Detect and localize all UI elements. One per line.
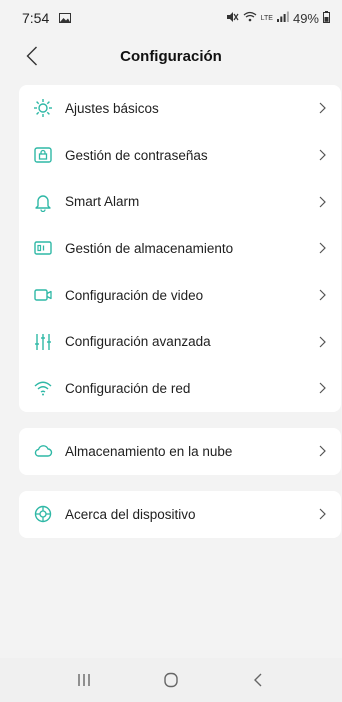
page-title: Configuración: [120, 47, 222, 65]
chevron-right-icon: [315, 381, 329, 395]
battery-icon: [323, 10, 330, 26]
bell-icon: [33, 192, 53, 212]
menu-item-network-settings[interactable]: Configuración de red: [19, 365, 341, 412]
menu-item-label: Almacenamiento en la nube: [65, 443, 233, 459]
gallery-notification-icon: [59, 11, 72, 26]
cloud-icon: [33, 441, 53, 461]
lock-icon: [33, 145, 53, 165]
chevron-left-icon: [26, 46, 37, 66]
menu-item-password-management[interactable]: Gestión de contraseñas: [19, 132, 341, 179]
wifi-icon: [33, 378, 53, 398]
menu-item-label: Configuración de red: [65, 380, 191, 396]
menu-item-label: Configuración de video: [65, 287, 204, 303]
status-right: LTE 49%: [226, 10, 330, 26]
network-type-label: LTE: [260, 14, 273, 22]
menu-item-about-device[interactable]: Acerca del dispositivo: [19, 491, 341, 538]
chevron-right-icon: [315, 507, 329, 521]
video-icon: [33, 285, 53, 305]
sliders-icon: [33, 332, 53, 352]
app-header: Configuración: [0, 36, 342, 76]
battery-percent: 49%: [292, 10, 319, 26]
about-device-card: Acerca del dispositivo: [19, 491, 341, 538]
recent-apps-button[interactable]: [64, 665, 104, 695]
home-icon: [164, 672, 178, 688]
menu-item-advanced-settings[interactable]: Configuración avanzada: [19, 318, 341, 365]
chevron-right-icon: [315, 101, 329, 115]
cloud-storage-card: Almacenamiento en la nube: [19, 428, 341, 475]
status-left: 7:54: [22, 10, 72, 26]
status-time: 7:54: [22, 10, 50, 26]
system-navigation-bar: [0, 658, 342, 702]
signal-icon: [276, 11, 289, 25]
back-arrow-icon: [254, 673, 262, 687]
menu-item-smart-alarm[interactable]: Smart Alarm: [19, 178, 341, 225]
sun-gear-icon: [33, 98, 53, 118]
menu-item-label: Gestión de contraseñas: [65, 147, 208, 163]
menu-item-label: Smart Alarm: [65, 194, 140, 210]
chevron-right-icon: [315, 335, 329, 349]
menu-item-cloud-storage[interactable]: Almacenamiento en la nube: [19, 428, 341, 475]
menu-item-label: Acerca del dispositivo: [65, 506, 196, 522]
chevron-right-icon: [315, 241, 329, 255]
menu-item-video-settings[interactable]: Configuración de video: [19, 272, 341, 319]
chevron-right-icon: [315, 148, 329, 162]
wifi-status-icon: [243, 11, 257, 25]
info-gear-icon: [33, 504, 53, 524]
status-bar: 7:54 LTE 49%: [0, 0, 342, 36]
system-back-button[interactable]: [238, 665, 278, 695]
menu-item-label: Ajustes básicos: [65, 100, 159, 116]
chevron-right-icon: [315, 195, 329, 209]
storage-icon: [33, 238, 53, 258]
recent-apps-icon: [77, 674, 90, 686]
chevron-right-icon: [315, 288, 329, 302]
menu-item-label: Gestión de almacenamiento: [65, 240, 234, 256]
menu-item-label: Configuración avanzada: [65, 334, 211, 350]
settings-list: Ajustes básicos Gestión de contraseñas S…: [19, 85, 341, 412]
menu-item-basic-settings[interactable]: Ajustes básicos: [19, 85, 341, 132]
back-button[interactable]: [18, 42, 46, 70]
chevron-right-icon: [315, 444, 329, 458]
mute-icon: [226, 11, 239, 26]
menu-item-storage-management[interactable]: Gestión de almacenamiento: [19, 225, 341, 272]
home-button[interactable]: [151, 665, 191, 695]
